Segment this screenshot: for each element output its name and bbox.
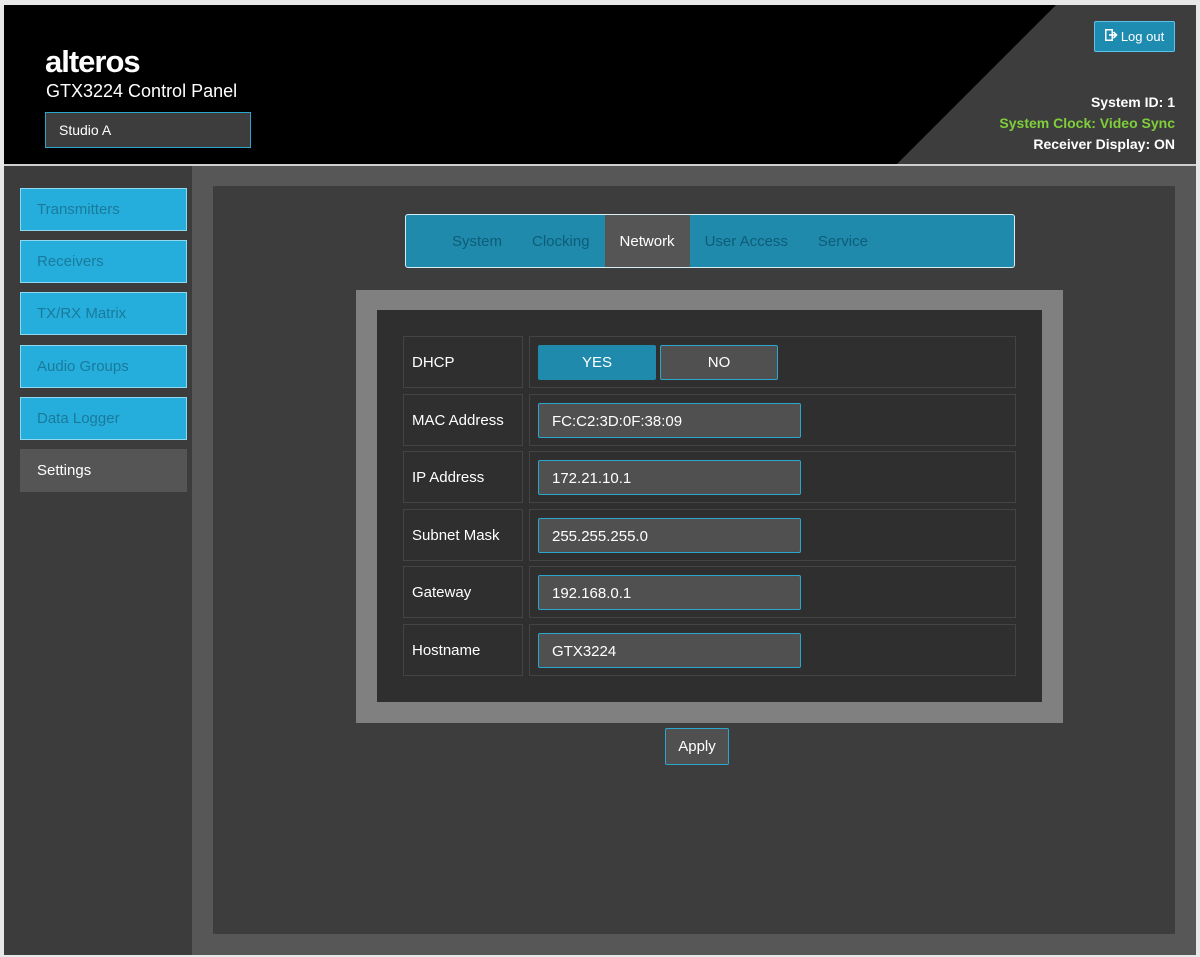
location-name-field[interactable]: Studio A bbox=[45, 112, 251, 148]
system-id-status: System ID: 1 bbox=[1090, 94, 1175, 110]
dhcp-yes-button[interactable]: YES bbox=[538, 345, 656, 380]
network-form: DHCP YES NO MAC Address FC:C2:3D:0F:38:0… bbox=[377, 310, 1042, 702]
tab-network[interactable]: Network bbox=[604, 215, 690, 267]
hostname-input[interactable]: GTX3224 bbox=[538, 633, 801, 668]
sidebar-item-data-logger[interactable]: Data Logger bbox=[20, 397, 187, 440]
system-clock-status: System Clock: Video Sync bbox=[999, 115, 1175, 131]
subnet-mask-input[interactable]: 255.255.255.0 bbox=[538, 518, 801, 553]
content-area: System Clocking Network User Access Serv… bbox=[192, 166, 1196, 955]
receiver-display-status: Receiver Display: ON bbox=[1033, 136, 1175, 152]
brand-logo: alteros bbox=[45, 44, 141, 79]
apply-button[interactable]: Apply bbox=[665, 728, 729, 765]
ip-address-label: IP Address bbox=[403, 451, 523, 503]
sidebar-item-transmitters[interactable]: Transmitters bbox=[20, 188, 187, 231]
sidebar-item-receivers[interactable]: Receivers bbox=[20, 240, 187, 283]
mac-address-field: FC:C2:3D:0F:38:09 bbox=[529, 394, 1016, 446]
dhcp-no-button[interactable]: NO bbox=[660, 345, 778, 380]
hostname-field: GTX3224 bbox=[529, 624, 1016, 676]
ip-address-row: IP Address 172.21.10.1 bbox=[403, 451, 1016, 503]
mac-address-label: MAC Address bbox=[403, 394, 523, 446]
tab-system[interactable]: System bbox=[437, 215, 517, 267]
dhcp-field: YES NO bbox=[529, 336, 1016, 388]
tab-service[interactable]: Service bbox=[803, 215, 883, 267]
dhcp-row: DHCP YES NO bbox=[403, 336, 1016, 388]
gateway-input[interactable]: 192.168.0.1 bbox=[538, 575, 801, 610]
mac-address-row: MAC Address FC:C2:3D:0F:38:09 bbox=[403, 394, 1016, 446]
app-title: GTX3224 Control Panel bbox=[46, 81, 238, 101]
ip-address-input[interactable]: 172.21.10.1 bbox=[538, 460, 801, 495]
subnet-mask-row: Subnet Mask 255.255.255.0 bbox=[403, 509, 1016, 561]
sidebar-item-audio-groups[interactable]: Audio Groups bbox=[20, 345, 187, 388]
tab-clocking[interactable]: Clocking bbox=[517, 215, 605, 267]
sidebar: Transmitters Receivers TX/RX Matrix Audi… bbox=[4, 166, 192, 955]
hostname-row: Hostname GTX3224 bbox=[403, 624, 1016, 676]
logout-label: Log out bbox=[1120, 29, 1165, 44]
gateway-row: Gateway 192.168.0.1 bbox=[403, 566, 1016, 618]
network-form-frame: DHCP YES NO MAC Address FC:C2:3D:0F:38:0… bbox=[356, 290, 1063, 723]
settings-panel: System Clocking Network User Access Serv… bbox=[213, 186, 1175, 934]
tab-user-access[interactable]: User Access bbox=[690, 215, 803, 267]
app-frame: alteros GTX3224 Control Panel Studio A L… bbox=[4, 5, 1196, 955]
sign-out-icon bbox=[1104, 29, 1118, 44]
gateway-field: 192.168.0.1 bbox=[529, 566, 1016, 618]
sidebar-item-settings[interactable]: Settings bbox=[20, 449, 187, 492]
settings-tabs: System Clocking Network User Access Serv… bbox=[405, 214, 1015, 268]
mac-address-input[interactable]: FC:C2:3D:0F:38:09 bbox=[538, 403, 801, 438]
header: alteros GTX3224 Control Panel Studio A L… bbox=[4, 5, 1196, 165]
sidebar-item-tx-rx-matrix[interactable]: TX/RX Matrix bbox=[20, 292, 187, 335]
subnet-mask-field: 255.255.255.0 bbox=[529, 509, 1016, 561]
dhcp-label: DHCP bbox=[403, 336, 523, 388]
gateway-label: Gateway bbox=[403, 566, 523, 618]
logout-button[interactable]: Log out bbox=[1094, 21, 1175, 52]
subnet-mask-label: Subnet Mask bbox=[403, 509, 523, 561]
ip-address-field: 172.21.10.1 bbox=[529, 451, 1016, 503]
hostname-label: Hostname bbox=[403, 624, 523, 676]
